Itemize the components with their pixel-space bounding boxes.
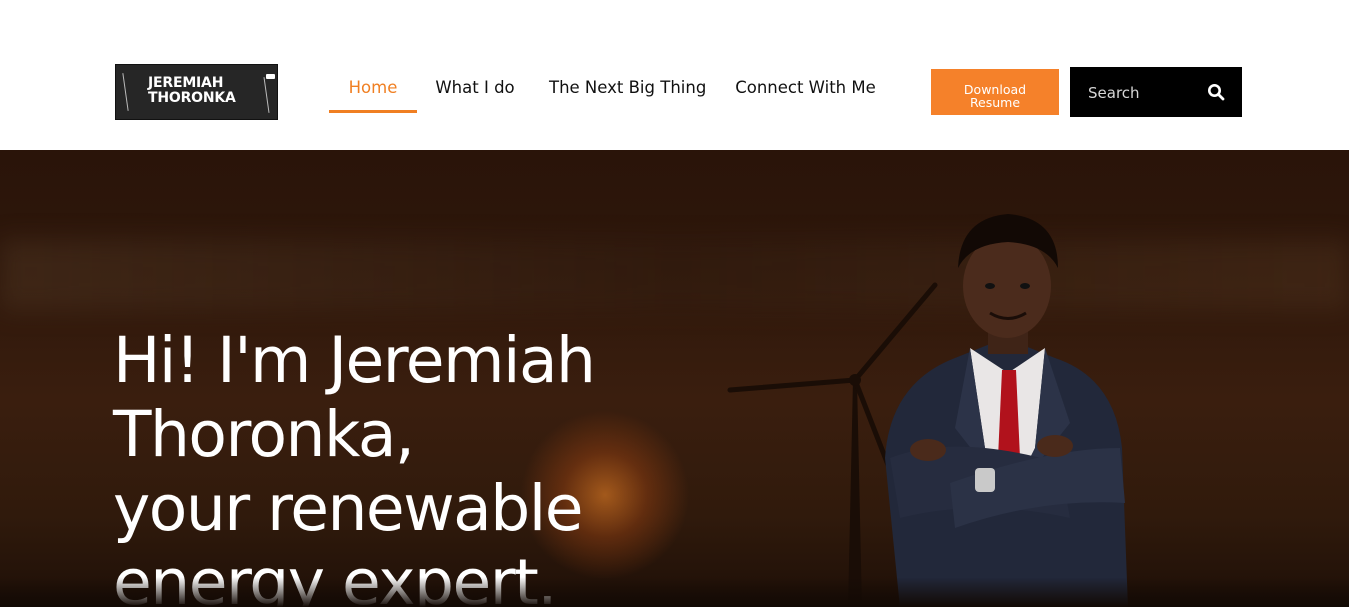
search-input[interactable] [1086, 81, 1200, 105]
download-resume-button[interactable]: Download Resume [931, 69, 1059, 115]
logo-badge [266, 74, 275, 79]
logo-text: JEREMIAH THORONKA [148, 76, 248, 106]
nav-item-home[interactable]: Home [329, 76, 417, 113]
hero-headline: Hi! I'm Jeremiah Thoronka, your renewabl… [113, 324, 673, 607]
hero-section: Hi! I'm Jeremiah Thoronka, your renewabl… [0, 150, 1349, 607]
download-button-line-2: Resume [969, 95, 1021, 110]
hero-headline-line-1: Hi! I'm Jeremiah [113, 324, 596, 398]
portrait-photo [885, 214, 1128, 607]
search-icon[interactable] [1207, 83, 1225, 101]
logo-decoration [263, 77, 270, 113]
hero-ground [0, 577, 1349, 607]
hero-headline-line-3: your renewable [113, 472, 584, 546]
nav-item-what-i-do[interactable]: What I do [433, 76, 517, 110]
nav-item-next-big-thing[interactable]: The Next Big Thing [549, 76, 706, 110]
hero-headline-line-2: Thoronka, [113, 398, 415, 472]
logo-line-1: JEREMIAH [148, 75, 224, 91]
logo-decoration [122, 73, 129, 111]
nav-item-connect-with-me[interactable]: Connect With Me [734, 76, 877, 110]
site-header: JEREMIAH THORONKA Home What I do The Nex… [0, 0, 1349, 150]
logo[interactable]: JEREMIAH THORONKA [115, 64, 278, 120]
logo-line-2: THORONKA [148, 90, 236, 106]
search-box [1070, 67, 1242, 117]
